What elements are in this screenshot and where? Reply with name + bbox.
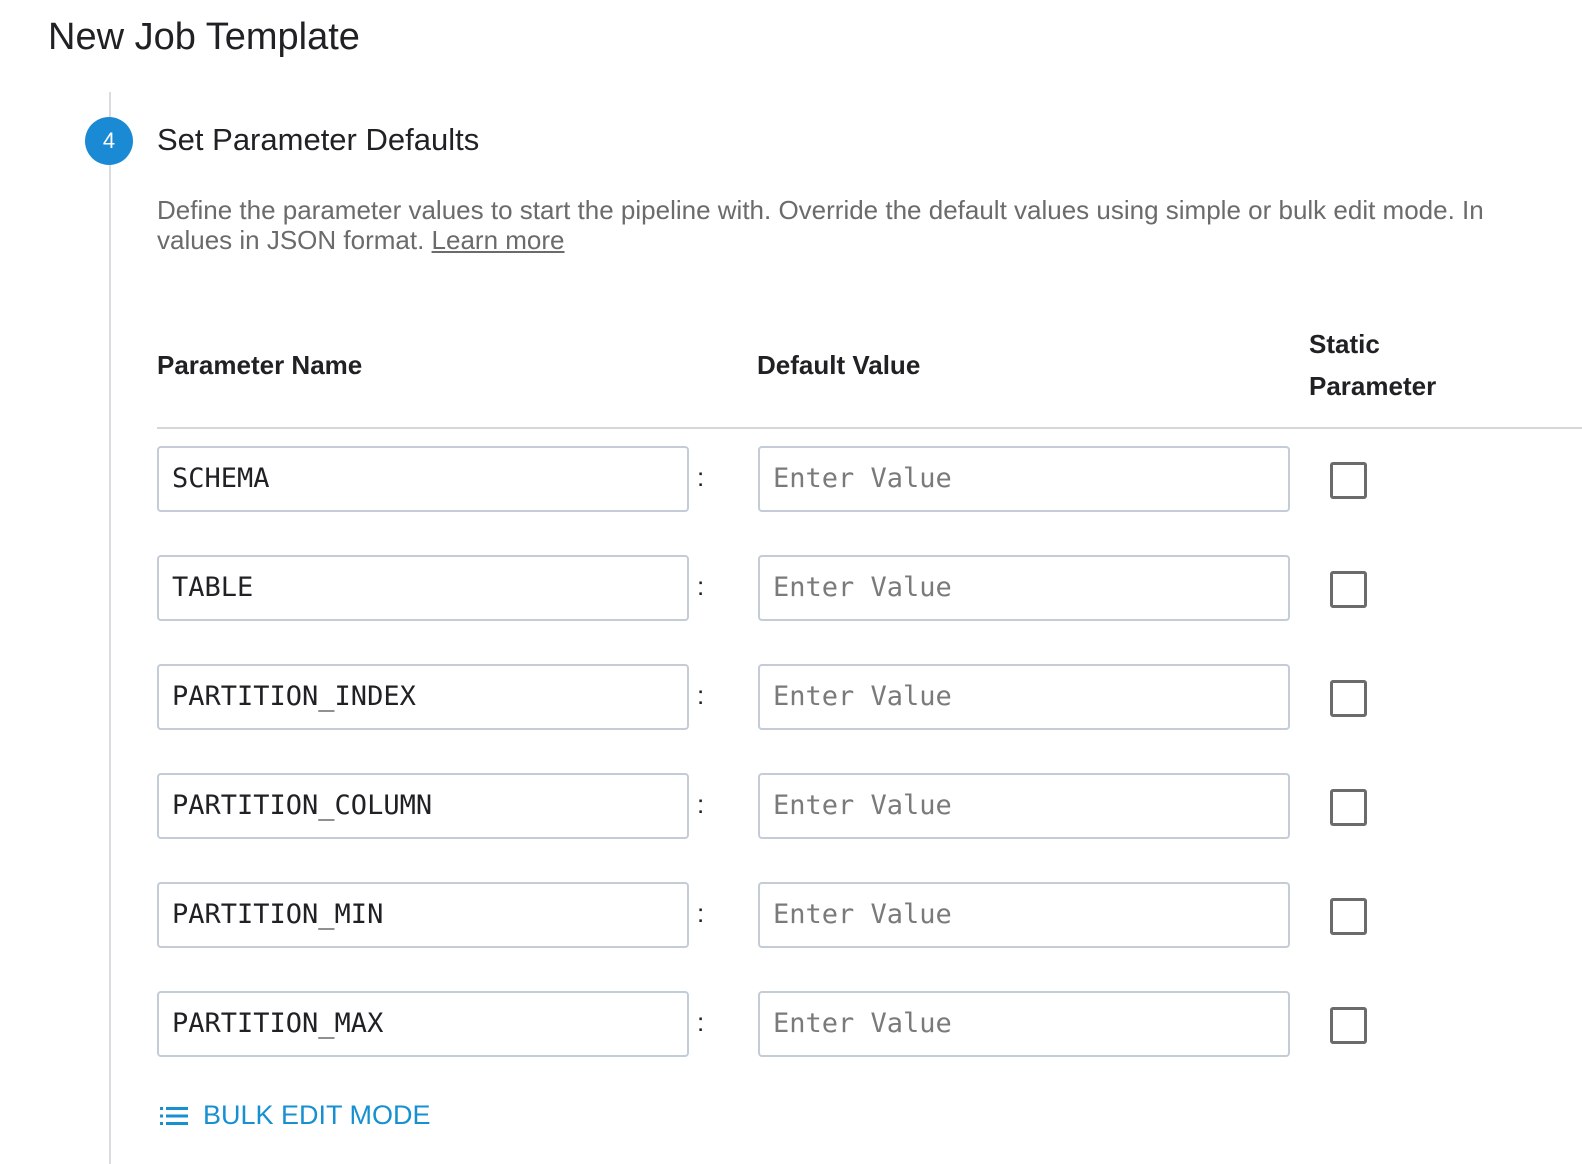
parameter-name-input[interactable]: PARTITION_MIN (157, 882, 689, 948)
header-static-line-2: Parameter (1309, 371, 1437, 401)
header-divider (157, 427, 1582, 429)
static-parameter-checkbox[interactable] (1330, 462, 1367, 499)
parameter-name-input[interactable]: PARTITION_MAX (157, 991, 689, 1057)
static-parameter-checkbox[interactable] (1330, 571, 1367, 608)
parameter-row: PARTITION_MIN : Enter Value (0, 882, 1582, 948)
default-value-input[interactable]: Enter Value (758, 446, 1290, 512)
parameter-row: PARTITION_COLUMN : Enter Value (0, 773, 1582, 839)
list-icon (160, 1106, 188, 1125)
static-parameter-checkbox[interactable] (1330, 898, 1367, 935)
default-value-input[interactable]: Enter Value (758, 882, 1290, 948)
separator: : (697, 789, 705, 819)
default-value-input[interactable]: Enter Value (758, 991, 1290, 1057)
separator: : (697, 1007, 705, 1037)
parameter-row: TABLE : Enter Value (0, 555, 1582, 621)
header-parameter-name: Parameter Name (157, 350, 363, 380)
parameter-row: PARTITION_INDEX : Enter Value (0, 664, 1582, 730)
parameter-name-input[interactable]: SCHEMA (157, 446, 689, 512)
page-title: New Job Template (48, 16, 360, 58)
header-static-line-1: Static (1309, 329, 1380, 359)
parameter-row: SCHEMA : Enter Value (0, 446, 1582, 512)
description-line-1: Define the parameter values to start the… (157, 195, 1484, 225)
separator: : (697, 462, 705, 492)
bulk-edit-mode-label: BULK EDIT MODE (203, 1100, 431, 1130)
separator: : (697, 680, 705, 710)
step-description: Define the parameter values to start the… (157, 195, 1484, 255)
step-number-badge: 4 (85, 117, 133, 165)
static-parameter-checkbox[interactable] (1330, 680, 1367, 717)
parameter-name-input[interactable]: PARTITION_COLUMN (157, 773, 689, 839)
header-static-parameter: Static Parameter (1309, 323, 1436, 407)
separator: : (697, 898, 705, 928)
bulk-edit-mode-button[interactable]: BULK EDIT MODE (160, 1100, 431, 1131)
default-value-input[interactable]: Enter Value (758, 664, 1290, 730)
separator: : (697, 571, 705, 601)
default-value-input[interactable]: Enter Value (758, 773, 1290, 839)
parameter-row: PARTITION_MAX : Enter Value (0, 991, 1582, 1057)
static-parameter-checkbox[interactable] (1330, 1007, 1367, 1044)
step-title: Set Parameter Defaults (157, 122, 480, 157)
default-value-input[interactable]: Enter Value (758, 555, 1290, 621)
header-default-value: Default Value (757, 350, 921, 380)
description-line-2: values in JSON format. (157, 225, 432, 255)
learn-more-link[interactable]: Learn more (432, 225, 565, 255)
parameter-name-input[interactable]: PARTITION_INDEX (157, 664, 689, 730)
parameter-name-input[interactable]: TABLE (157, 555, 689, 621)
static-parameter-checkbox[interactable] (1330, 789, 1367, 826)
